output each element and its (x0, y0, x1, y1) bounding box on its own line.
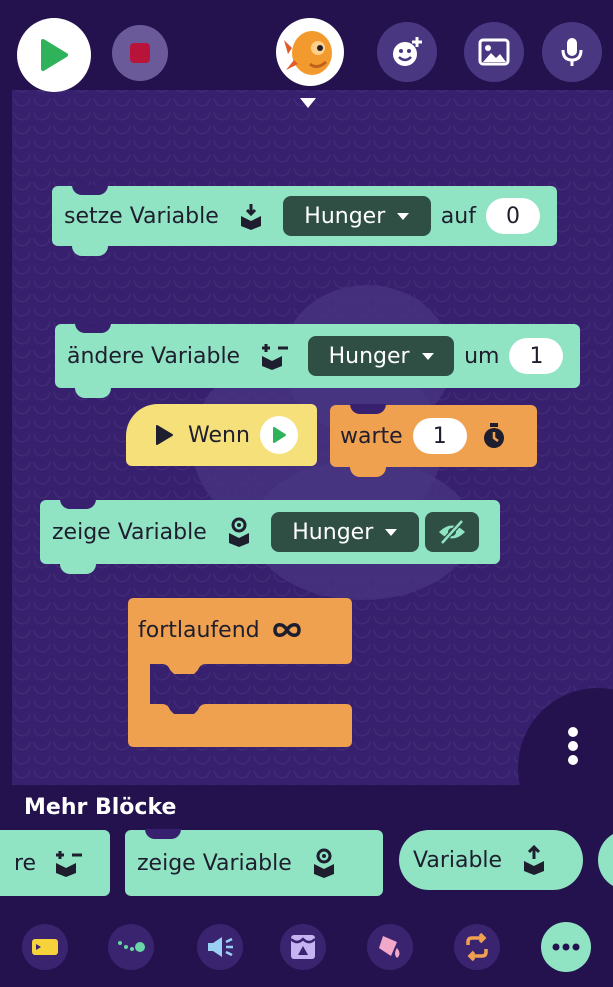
palette-title: Mehr Blöcke (24, 795, 177, 820)
variable-change-icon (56, 851, 83, 877)
stop-icon (130, 43, 150, 63)
show-variable-label: zeige Variable (52, 519, 207, 545)
to-label: auf (440, 203, 476, 229)
when-label: Wenn (188, 422, 250, 448)
repeat-icon (466, 933, 488, 961)
caret-down-icon (421, 352, 434, 360)
forever-label: fortlaufend (138, 617, 260, 643)
add-character-icon (393, 37, 422, 66)
play-icon (156, 425, 173, 445)
eye-off-icon (438, 519, 465, 545)
nav-more-category[interactable] (541, 922, 591, 972)
run-trigger-icon (259, 416, 298, 454)
top-toolbar (0, 0, 613, 110)
infinity-icon (272, 623, 301, 637)
wait-seconds-text: 1 (432, 423, 447, 449)
background-button[interactable] (464, 22, 524, 82)
variable-dropdown-value: Hunger (328, 343, 410, 369)
caret-down-icon (385, 528, 398, 536)
set-variable-label: setze Variable (64, 203, 219, 229)
stopwatch-icon (483, 423, 504, 448)
variable-change-icon (262, 344, 289, 370)
palette-change-variable-block[interactable]: re (0, 830, 110, 896)
by-label: um (464, 343, 500, 369)
nav-trigger-category[interactable] (22, 924, 68, 970)
stage-icon (290, 935, 316, 959)
paint-icon (379, 936, 400, 958)
variable-dropdown[interactable]: Hunger (308, 336, 455, 376)
play-icon (41, 39, 68, 71)
add-character-button[interactable] (377, 22, 437, 82)
palette-show-variable-block[interactable]: zeige Variable (125, 829, 383, 896)
microphone-icon (561, 38, 583, 66)
change-variable-label: ändere Variable (67, 343, 241, 369)
change-variable-block[interactable]: ändere Variable Hunger um 1 (55, 323, 580, 398)
nav-scene-category[interactable] (280, 924, 326, 970)
value-input-text: 1 (529, 343, 544, 369)
more-icon (552, 943, 580, 951)
variable-show-icon (313, 848, 334, 878)
variable-set-icon (240, 204, 261, 230)
variable-dropdown[interactable]: Hunger (282, 196, 431, 236)
forever-block-header: fortlaufend (128, 610, 302, 650)
nav-looks-category[interactable] (197, 924, 243, 970)
path-icon (118, 941, 145, 952)
variable-dropdown-value: Hunger (292, 519, 374, 545)
app-frame: setze Variable Hunger auf 0 ändere Varia… (0, 0, 613, 987)
shrimp-character-icon (284, 31, 332, 75)
more-vertical-icon (568, 727, 578, 765)
nav-paint-category[interactable] (367, 924, 413, 970)
palette-block-label: zeige Variable (137, 850, 292, 876)
ticket-icon (32, 939, 58, 955)
image-icon (478, 38, 510, 66)
set-variable-block[interactable]: setze Variable Hunger auf 0 (52, 185, 557, 256)
caret-down-icon (397, 212, 410, 220)
variable-output-icon (524, 845, 545, 875)
palette-block-label: re (14, 850, 37, 876)
wait-seconds-input[interactable]: 1 (412, 418, 467, 454)
sound-button[interactable] (542, 22, 602, 82)
wait-block[interactable]: warte 1 (330, 404, 537, 477)
value-input-text: 0 (505, 203, 520, 229)
nav-motion-category[interactable] (108, 924, 154, 970)
play-icon (272, 427, 286, 443)
when-run-block[interactable]: Wenn (126, 404, 317, 466)
value-input[interactable]: 0 (485, 198, 540, 234)
palette-block-label: Variable (413, 847, 503, 873)
wait-label: warte (340, 423, 403, 449)
variable-show-icon (228, 517, 249, 547)
palette-variable-reporter[interactable]: Variable (399, 830, 583, 890)
megaphone-icon (208, 937, 233, 957)
character-button[interactable] (276, 18, 344, 86)
nav-control-category[interactable] (454, 924, 500, 970)
show-variable-block[interactable]: zeige Variable Hunger (40, 499, 500, 574)
run-button[interactable] (17, 18, 91, 92)
value-input[interactable]: 1 (509, 338, 564, 374)
stop-button[interactable] (112, 25, 168, 81)
visibility-toggle[interactable] (424, 512, 479, 552)
variable-dropdown-value: Hunger (304, 203, 386, 229)
variable-dropdown[interactable]: Hunger (270, 512, 419, 552)
